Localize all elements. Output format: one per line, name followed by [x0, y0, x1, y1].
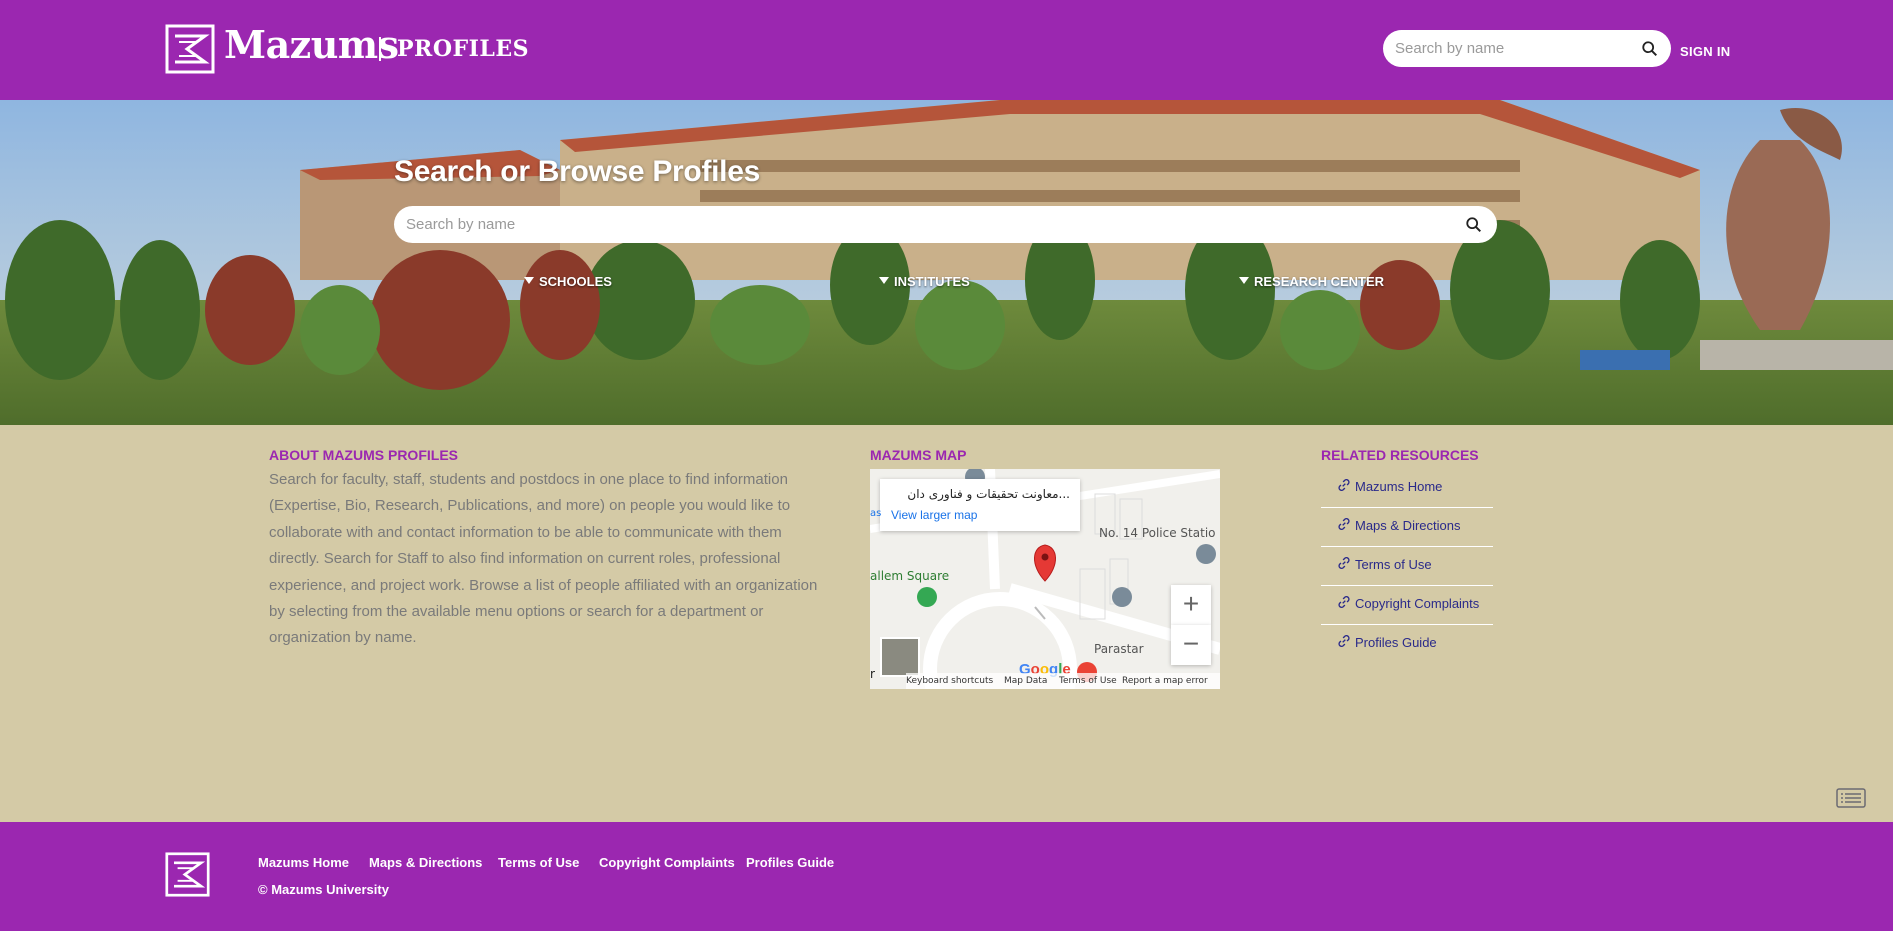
mazums-logo-icon[interactable] [165, 24, 215, 74]
nav-research-center[interactable]: RESEARCH CENTER [1239, 274, 1384, 289]
resource-label[interactable]: Copyright Complaints [1355, 596, 1479, 611]
map-label-partial: as [870, 508, 882, 519]
map-data-link[interactable]: Map Data [1004, 676, 1047, 686]
link-icon [1338, 478, 1350, 492]
campus-photo [0, 100, 1893, 425]
mazums-logo-icon[interactable] [165, 852, 210, 897]
map-label-square: allem Square [870, 569, 950, 583]
site-footer: Mazums Home Maps & Directions Terms of U… [0, 822, 1893, 931]
report-map-error-link[interactable]: Report a map error [1122, 676, 1208, 686]
resource-label[interactable]: Profiles Guide [1355, 635, 1437, 650]
nav-institutes[interactable]: INSTITUTES [879, 274, 970, 289]
link-icon [1338, 517, 1350, 531]
resource-label[interactable]: Mazums Home [1355, 479, 1442, 494]
resource-item-maps-directions[interactable]: Maps & Directions [1321, 508, 1493, 547]
embedded-map[interactable]: معاونت تحقیقات و فناوری دان... View larg… [870, 469, 1220, 689]
header-search-input[interactable] [1395, 30, 1625, 67]
search-icon[interactable] [1641, 40, 1659, 58]
footer-link-maps-directions[interactable]: Maps & Directions [369, 855, 482, 870]
footer-link-copyright-complaints[interactable]: Copyright Complaints [599, 855, 735, 870]
zoom-out-button[interactable]: − [1171, 625, 1211, 665]
hero-banner: Search or Browse Profiles SCHOOLES INSTI… [0, 100, 1893, 425]
hero-search [394, 206, 1497, 243]
caret-down-icon [879, 277, 889, 284]
map-title: MAZUMS MAP [870, 447, 967, 463]
map-footer: Keyboard shortcuts Map Data Terms of Use… [906, 673, 1220, 689]
resource-item-profiles-guide[interactable]: Profiles Guide [1321, 625, 1493, 664]
search-icon[interactable] [1465, 216, 1483, 234]
table-of-contents-icon[interactable] [1836, 788, 1866, 808]
nav-label: INSTITUTES [894, 274, 970, 289]
resource-item-mazums-home[interactable]: Mazums Home [1321, 469, 1493, 508]
hero-search-input[interactable] [406, 206, 1446, 243]
sign-in-link[interactable]: SIGN IN [1680, 44, 1731, 59]
map-label-street: Parastar [1094, 642, 1144, 656]
header-search [1383, 30, 1671, 67]
resources-list: Mazums Home Maps & Directions Terms of U… [1321, 469, 1493, 664]
satellite-thumbnail[interactable] [880, 637, 920, 677]
link-icon [1338, 634, 1350, 648]
hero-title: Search or Browse Profiles [394, 155, 760, 188]
map-terms-link[interactable]: Terms of Use [1059, 676, 1117, 686]
zoom-in-button[interactable]: + [1171, 585, 1211, 625]
resource-item-terms-of-use[interactable]: Terms of Use [1321, 547, 1493, 586]
nav-schooles[interactable]: SCHOOLES [524, 274, 612, 289]
site-header: Mazums PROFILES SIGN IN [0, 0, 1893, 100]
resource-item-copyright-complaints[interactable]: Copyright Complaints [1321, 586, 1493, 625]
link-icon [1338, 595, 1350, 609]
footer-link-terms-of-use[interactable]: Terms of Use [498, 855, 579, 870]
map-label-partial-r: r [870, 667, 875, 681]
brand-divider [379, 37, 381, 61]
brand-subtitle[interactable]: PROFILES [397, 36, 529, 62]
nav-label: SCHOOLES [539, 274, 612, 289]
keyboard-shortcuts-link[interactable]: Keyboard shortcuts [906, 676, 993, 686]
about-title: ABOUT MAZUMS PROFILES [269, 447, 458, 463]
about-text: Search for faculty, staff, students and … [269, 471, 818, 647]
view-larger-map-link[interactable]: View larger map [891, 508, 977, 522]
brand-name[interactable]: Mazums [224, 22, 399, 67]
resource-label[interactable]: Maps & Directions [1355, 518, 1460, 533]
caret-down-icon [1239, 277, 1249, 284]
resources-title: RELATED RESOURCES [1321, 447, 1479, 463]
map-place-name: معاونت تحقیقات و فناوری دان... [907, 487, 1070, 501]
footer-link-profiles-guide[interactable]: Profiles Guide [746, 855, 834, 870]
copyright-text: © Mazums University [258, 882, 389, 897]
footer-link-mazums-home[interactable]: Mazums Home [258, 855, 349, 870]
map-info-card: معاونت تحقیقات و فناوری دان... View larg… [880, 479, 1080, 531]
resource-label[interactable]: Terms of Use [1355, 557, 1432, 572]
nav-label: RESEARCH CENTER [1254, 274, 1385, 289]
map-label-police: No. 14 Police Statio [1099, 526, 1216, 540]
caret-down-icon [524, 277, 534, 284]
link-icon [1338, 556, 1350, 570]
